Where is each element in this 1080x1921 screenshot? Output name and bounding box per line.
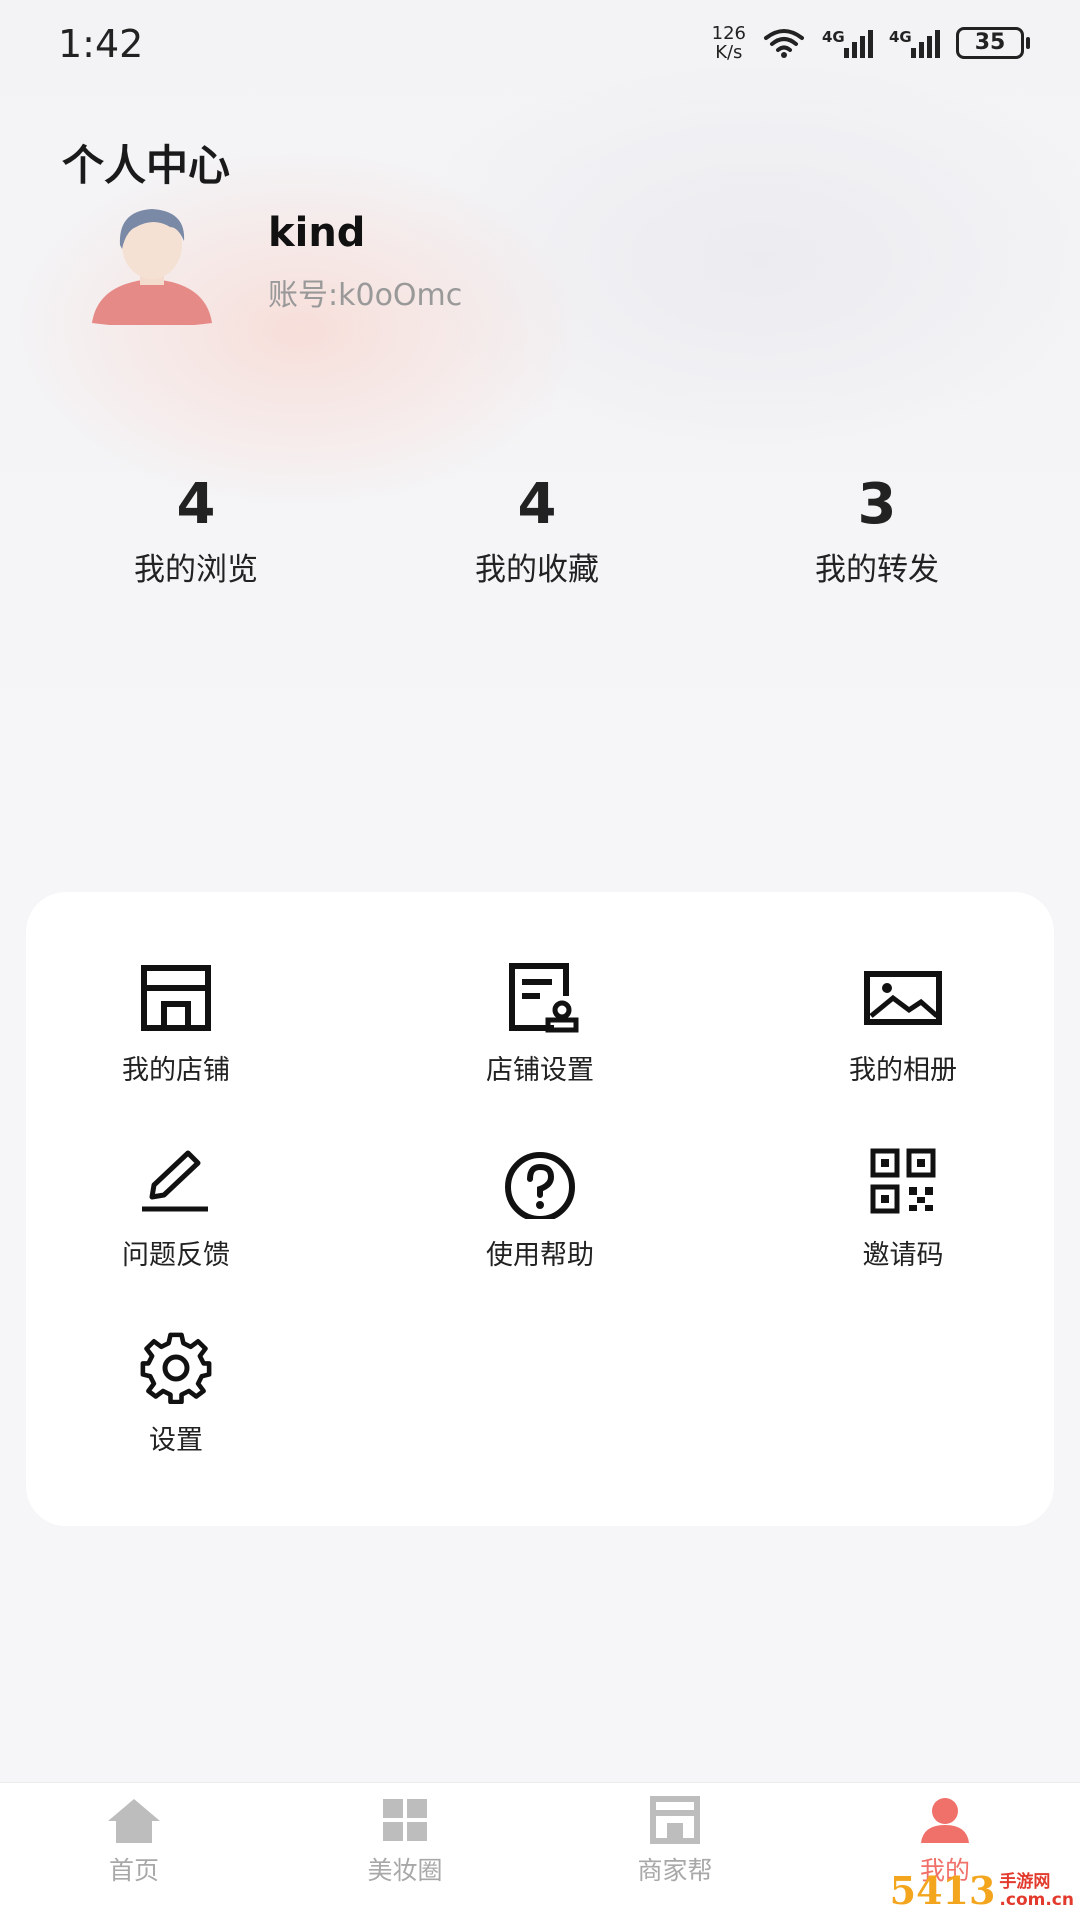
status-bar: 1:42 126 K/s 4G 4G 35 [0,0,1080,90]
stat-browse-label: 我的浏览 [134,552,258,588]
status-time: 1:42 [58,22,144,66]
watermark-number: 5413 [889,1868,996,1913]
tab-home[interactable]: 首页 [34,1795,234,1887]
status-icons: 126 K/s 4G 4G 35 [712,24,1030,62]
tab-merchant-help-label: 商家帮 [637,1856,713,1885]
network-speed-unit: K/s [715,42,743,63]
menu-help[interactable]: 使用帮助 [390,1147,690,1272]
stat-shares-value: 3 [857,472,897,537]
watermark-text: 手游网 .com.cn [999,1873,1074,1909]
person-icon [921,1798,969,1843]
stat-favorites-label: 我的收藏 [475,552,599,588]
question-icon [505,1152,575,1219]
store-icon [141,965,211,1031]
pencil-icon [142,1150,208,1212]
page-title: 个人中心 [62,141,231,190]
battery-icon: 35 [956,27,1030,59]
signal-1-label: 4G [822,28,845,46]
menu-store-settings-label: 店铺设置 [486,1055,594,1086]
stat-browse-value: 4 [176,472,216,537]
cell-signal-1-icon: 4G [822,28,873,58]
network-speed-value: 126 [711,23,746,44]
stat-favorites-value: 4 [517,472,557,537]
user-name: kind [268,210,366,256]
network-speed: 126 K/s [712,24,746,62]
menu-my-album-label: 我的相册 [849,1055,957,1086]
menu-feedback[interactable]: 问题反馈 [26,1147,326,1272]
watermark-logo: 5413 手游网 .com.cn [890,1868,1074,1913]
menu-feedback-label: 问题反馈 [122,1240,230,1271]
menu-settings[interactable]: 设置 [26,1332,326,1457]
store-settings-icon [509,963,579,1033]
menu-help-label: 使用帮助 [486,1240,594,1271]
account-id: 账号:k0oOmc [268,278,463,313]
stat-browse[interactable]: 4 我的浏览 [46,470,346,589]
stat-favorites[interactable]: 4 我的收藏 [387,470,687,589]
menu-my-album[interactable]: 我的相册 [753,962,1053,1087]
wifi-icon [764,29,804,58]
stat-shares[interactable]: 3 我的转发 [727,470,1027,589]
tab-merchant-help[interactable]: 商家帮 [575,1795,775,1887]
home-icon [108,1799,160,1843]
menu-card: 我的店铺 店铺设置 我的相册 问题反馈 使用帮助 邀请码 设置 [26,892,1054,1526]
watermark-text-line-2: .com.cn [999,1889,1074,1910]
cell-signal-2-icon: 4G [889,28,940,58]
menu-my-store[interactable]: 我的店铺 [26,962,326,1087]
menu-invite-code[interactable]: 邀请码 [753,1147,1053,1272]
tab-beauty-circle[interactable]: 美妆圈 [305,1795,505,1887]
menu-invite-code-label: 邀请码 [862,1240,944,1271]
stats-row: 4 我的浏览 4 我的收藏 3 我的转发 [0,470,1080,600]
gear-icon [140,1332,212,1404]
menu-store-settings[interactable]: 店铺设置 [390,962,690,1087]
grid-icon [383,1799,427,1841]
signal-2-label: 4G [889,28,912,46]
image-icon [864,971,942,1025]
menu-my-store-label: 我的店铺 [122,1055,230,1086]
watermark-text-line-1: 手游网 [999,1871,1051,1892]
tab-home-label: 首页 [108,1856,159,1885]
avatar[interactable] [92,205,212,325]
qr-code-icon [870,1148,936,1214]
menu-settings-label: 设置 [149,1425,203,1456]
tab-beauty-circle-label: 美妆圈 [367,1856,443,1885]
shop-icon [650,1796,700,1844]
stat-shares-label: 我的转发 [815,552,939,588]
